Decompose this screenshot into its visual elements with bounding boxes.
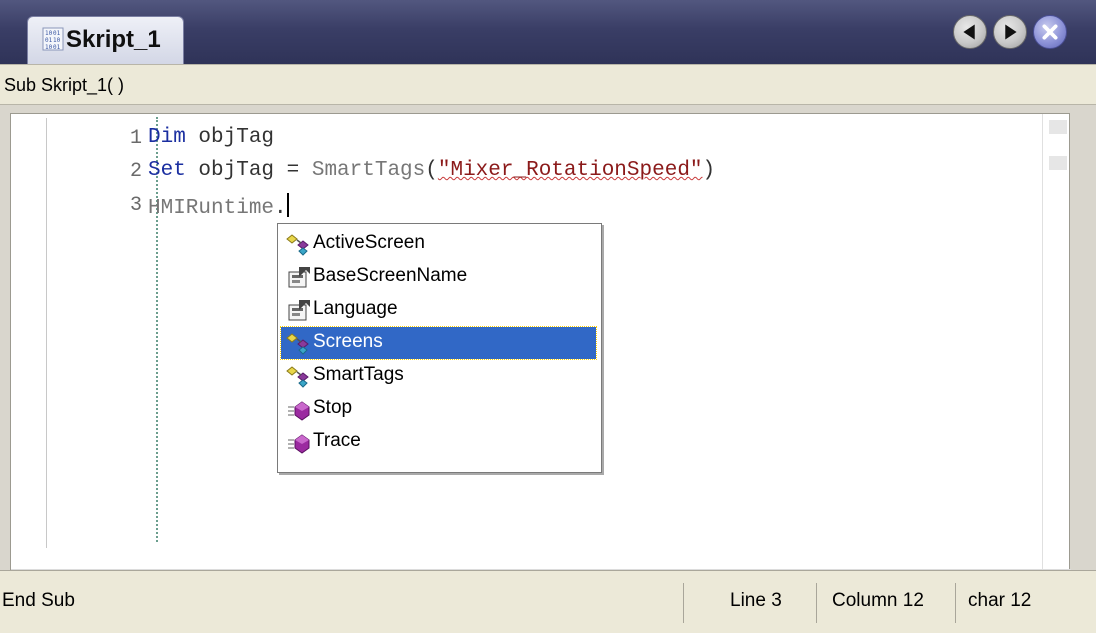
script-file-icon: 10 01 01 10 10 01 bbox=[42, 27, 64, 51]
open-paren: ( bbox=[425, 159, 438, 182]
status-divider bbox=[816, 583, 817, 623]
status-divider bbox=[683, 583, 684, 623]
scroll-marker bbox=[1049, 156, 1067, 170]
procedure-bar: Sub Skript_1( ) bbox=[0, 64, 1096, 105]
svg-text:10: 10 bbox=[45, 30, 53, 37]
svg-text:01: 01 bbox=[45, 37, 53, 44]
autocomplete-item-activescreen[interactable]: ActiveScreen bbox=[281, 228, 596, 260]
method-icon bbox=[286, 430, 312, 456]
autocomplete-item-screens[interactable]: Screens bbox=[280, 326, 597, 360]
string-literal: "Mixer_RotationSpeed" bbox=[437, 159, 703, 182]
autocomplete-item-label: Language bbox=[313, 298, 398, 319]
autocomplete-item-trace[interactable]: Trace bbox=[281, 426, 596, 458]
status-column: Column 12 bbox=[832, 590, 924, 611]
forward-button[interactable] bbox=[993, 15, 1027, 49]
arrow-right-icon bbox=[1005, 24, 1017, 40]
status-bar: End Sub Line 3 Column 12 char 12 bbox=[0, 570, 1096, 633]
autocomplete-item-stop[interactable]: Stop bbox=[281, 393, 596, 425]
autocomplete-item-basescreenname[interactable]: BaseScreenName bbox=[281, 261, 596, 293]
svg-text:10: 10 bbox=[53, 37, 61, 44]
code-text: objTag = bbox=[185, 159, 312, 182]
autocomplete-item-label: ActiveScreen bbox=[313, 232, 425, 253]
status-char: char 12 bbox=[968, 590, 1032, 611]
autocomplete-item-language[interactable]: Language bbox=[281, 294, 596, 326]
line-number: 2 bbox=[129, 160, 142, 183]
status-procedure-end: End Sub bbox=[2, 590, 75, 611]
tab-title: Skript_1 bbox=[66, 26, 161, 53]
status-line: Line 3 bbox=[730, 590, 782, 611]
keyword: Set bbox=[148, 159, 186, 182]
autocomplete-item-label: BaseScreenName bbox=[313, 265, 468, 286]
autocomplete-item-label: Stop bbox=[313, 397, 353, 418]
property-icon bbox=[286, 265, 312, 291]
svg-text:01: 01 bbox=[53, 30, 61, 37]
text-caret bbox=[286, 193, 289, 217]
autocomplete-item-label: Screens bbox=[313, 331, 383, 352]
tab-skript-1[interactable]: 10 01 01 10 10 01 Skript_1 bbox=[27, 16, 184, 64]
object-property-icon bbox=[286, 331, 312, 357]
object-property-icon bbox=[286, 364, 312, 390]
arrow-left-icon bbox=[963, 24, 975, 40]
keyword: Dim bbox=[148, 126, 186, 149]
code-line-2[interactable]: Set objTag = SmartTags("Mixer_RotationSp… bbox=[148, 159, 715, 182]
method-icon bbox=[286, 397, 312, 423]
property-icon bbox=[286, 298, 312, 324]
vertical-scrollbar[interactable] bbox=[1042, 114, 1069, 569]
back-button[interactable] bbox=[953, 15, 987, 49]
code-text: objTag bbox=[185, 126, 275, 149]
scroll-marker bbox=[1049, 120, 1067, 134]
function-name: SmartTags bbox=[311, 159, 426, 182]
svg-text:01: 01 bbox=[53, 44, 61, 51]
object-property-icon bbox=[286, 232, 312, 258]
line-number: 1 bbox=[129, 127, 142, 150]
gutter-divider bbox=[46, 118, 47, 548]
autocomplete-item-label: SmartTags bbox=[313, 364, 404, 385]
autocomplete-list[interactable]: ActiveScreen BaseScreenName Language Screen… bbox=[277, 223, 602, 473]
code-text: . bbox=[274, 197, 287, 220]
close-paren: ) bbox=[702, 159, 716, 182]
procedure-label: Sub Skript_1( ) bbox=[4, 75, 125, 95]
close-icon bbox=[1042, 24, 1058, 40]
line-number: 3 bbox=[129, 194, 142, 217]
code-line-1[interactable]: Dim objTag bbox=[148, 126, 274, 149]
code-line-3[interactable]: HMIRuntime. bbox=[148, 193, 289, 220]
close-button[interactable] bbox=[1033, 15, 1067, 49]
script-editor-window: 10 01 01 10 10 01 Skript_1 Sub Skript_1(… bbox=[0, 0, 1096, 633]
autocomplete-item-smarttags[interactable]: SmartTags bbox=[281, 360, 596, 392]
status-divider bbox=[955, 583, 956, 623]
svg-text:10: 10 bbox=[45, 44, 53, 51]
title-bar: 10 01 01 10 10 01 Skript_1 bbox=[0, 0, 1096, 64]
autocomplete-item-label: Trace bbox=[313, 430, 361, 451]
object-name: HMIRuntime bbox=[148, 197, 275, 220]
